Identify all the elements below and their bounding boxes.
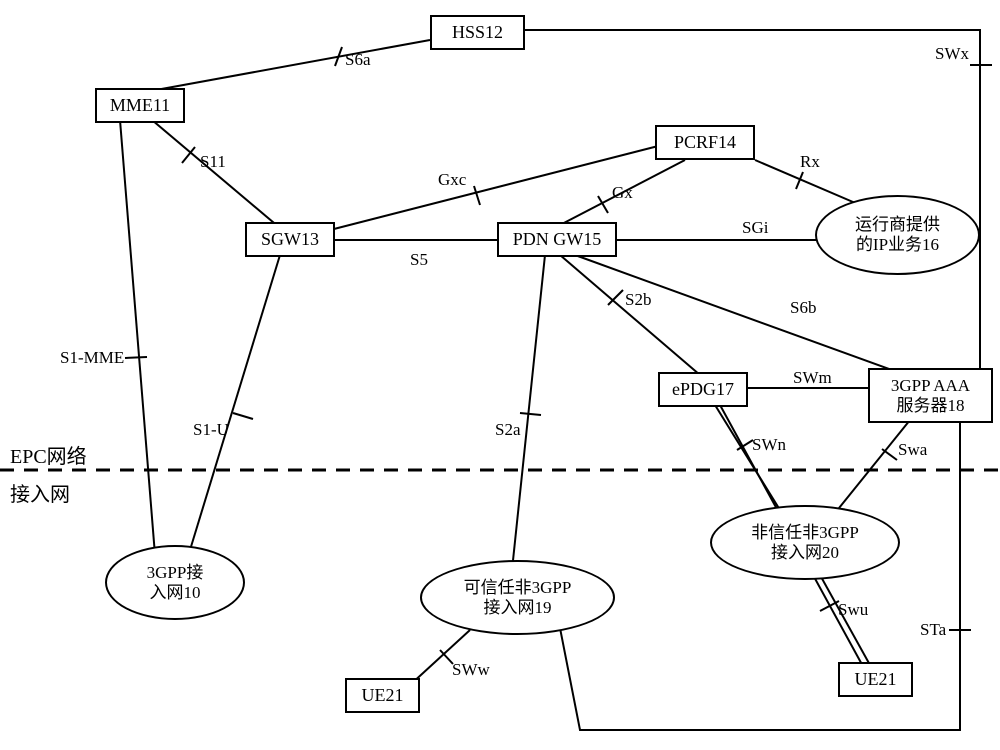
edge-label-s11: S11 bbox=[200, 152, 226, 172]
node-3gpp-ran: 3GPP接 入网10 bbox=[105, 545, 245, 620]
edge-label-sgi: SGi bbox=[742, 218, 768, 238]
diagram-canvas: HSS12 MME11 SGW13 PDN GW15 PCRF14 运行商提供 … bbox=[0, 0, 1000, 750]
zone-label-epc: EPC网络 bbox=[10, 440, 87, 469]
edge-label-swu: Swu bbox=[838, 600, 868, 620]
edge-label-gxc: Gxc bbox=[438, 170, 466, 190]
node-sgw: SGW13 bbox=[245, 222, 335, 257]
node-label: 运行商提供 的IP业务16 bbox=[855, 215, 940, 254]
node-ue21-right: UE21 bbox=[838, 662, 913, 697]
node-pdngw: PDN GW15 bbox=[497, 222, 617, 257]
edge-label-s6a: S6a bbox=[345, 50, 371, 70]
edge-label-s1mme: S1-MME bbox=[60, 348, 124, 368]
edge-label-swx: SWx bbox=[935, 44, 969, 64]
zone-label-access: 接入网 bbox=[10, 478, 70, 507]
node-trusted-non3gpp: 可信任非3GPP 接入网19 bbox=[420, 560, 615, 635]
edge-label-s2b: S2b bbox=[625, 290, 651, 310]
edge-label-gx: Gx bbox=[612, 183, 633, 203]
edge-label-swa: Swa bbox=[898, 440, 927, 460]
node-label: MME11 bbox=[110, 95, 170, 116]
node-epdg: ePDG17 bbox=[658, 372, 748, 407]
edge-label-swm: SWm bbox=[793, 368, 832, 388]
node-label: PDN GW15 bbox=[513, 229, 602, 250]
node-label: HSS12 bbox=[452, 22, 503, 43]
edge-label-s2a: S2a bbox=[495, 420, 521, 440]
edge-label-swn: SWn bbox=[752, 435, 786, 455]
node-label: UE21 bbox=[362, 685, 404, 706]
edge-label-s5: S5 bbox=[410, 250, 428, 270]
node-label: UE21 bbox=[855, 669, 897, 690]
node-label: ePDG17 bbox=[672, 379, 734, 400]
node-ue21-left: UE21 bbox=[345, 678, 420, 713]
node-label: PCRF14 bbox=[674, 132, 736, 153]
node-label: SGW13 bbox=[261, 229, 319, 250]
node-pcrf: PCRF14 bbox=[655, 125, 755, 160]
edge-label-s1u: S1-U bbox=[193, 420, 229, 440]
node-label: 3GPP AAA 服务器18 bbox=[891, 376, 970, 415]
edge-label-sta: STa bbox=[920, 620, 946, 640]
edge-label-sww: SWw bbox=[452, 660, 490, 680]
node-operator-ip: 运行商提供 的IP业务16 bbox=[815, 195, 980, 275]
node-label: 非信任非3GPP 接入网20 bbox=[751, 523, 859, 562]
node-label: 可信任非3GPP 接入网19 bbox=[464, 578, 572, 617]
node-hss: HSS12 bbox=[430, 15, 525, 50]
node-aaa: 3GPP AAA 服务器18 bbox=[868, 368, 993, 423]
node-mme: MME11 bbox=[95, 88, 185, 123]
node-untrusted-non3gpp: 非信任非3GPP 接入网20 bbox=[710, 505, 900, 580]
edge-label-rx: Rx bbox=[800, 152, 820, 172]
edge-label-s6b: S6b bbox=[790, 298, 816, 318]
node-label: 3GPP接 入网10 bbox=[147, 563, 204, 602]
